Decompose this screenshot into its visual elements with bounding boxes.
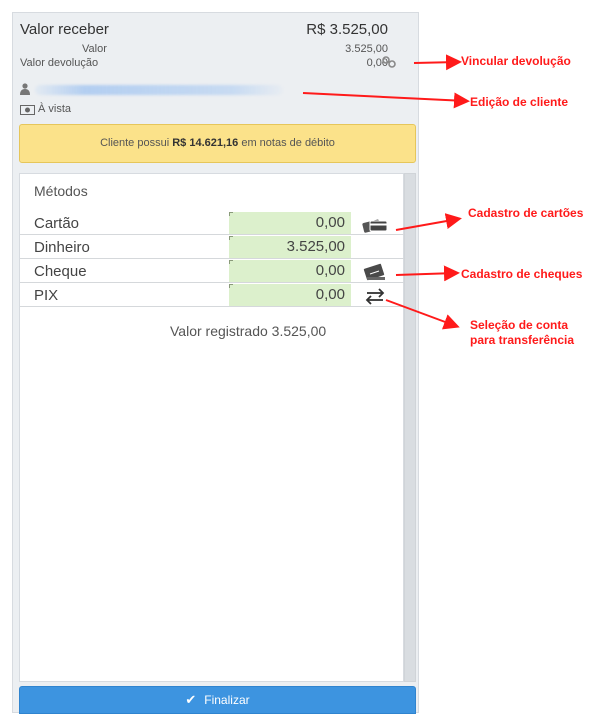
annotation-account-select-2: para transferência <box>470 333 575 347</box>
annotation-account-select-1: Seleção de conta <box>470 318 569 332</box>
arrow-account-select <box>385 299 460 330</box>
annotation-cards: Cadastro de cartões <box>468 206 584 220</box>
annotation-link-return: Vincular devolução <box>461 54 571 68</box>
arrow-edit-client <box>302 92 470 109</box>
annotation-edit-client: Edição de cliente <box>470 95 569 109</box>
arrow-checks <box>395 265 460 282</box>
arrow-link-return <box>413 54 462 71</box>
annotation-checks: Cadastro de cheques <box>461 267 583 281</box>
arrow-cards <box>395 213 462 231</box>
